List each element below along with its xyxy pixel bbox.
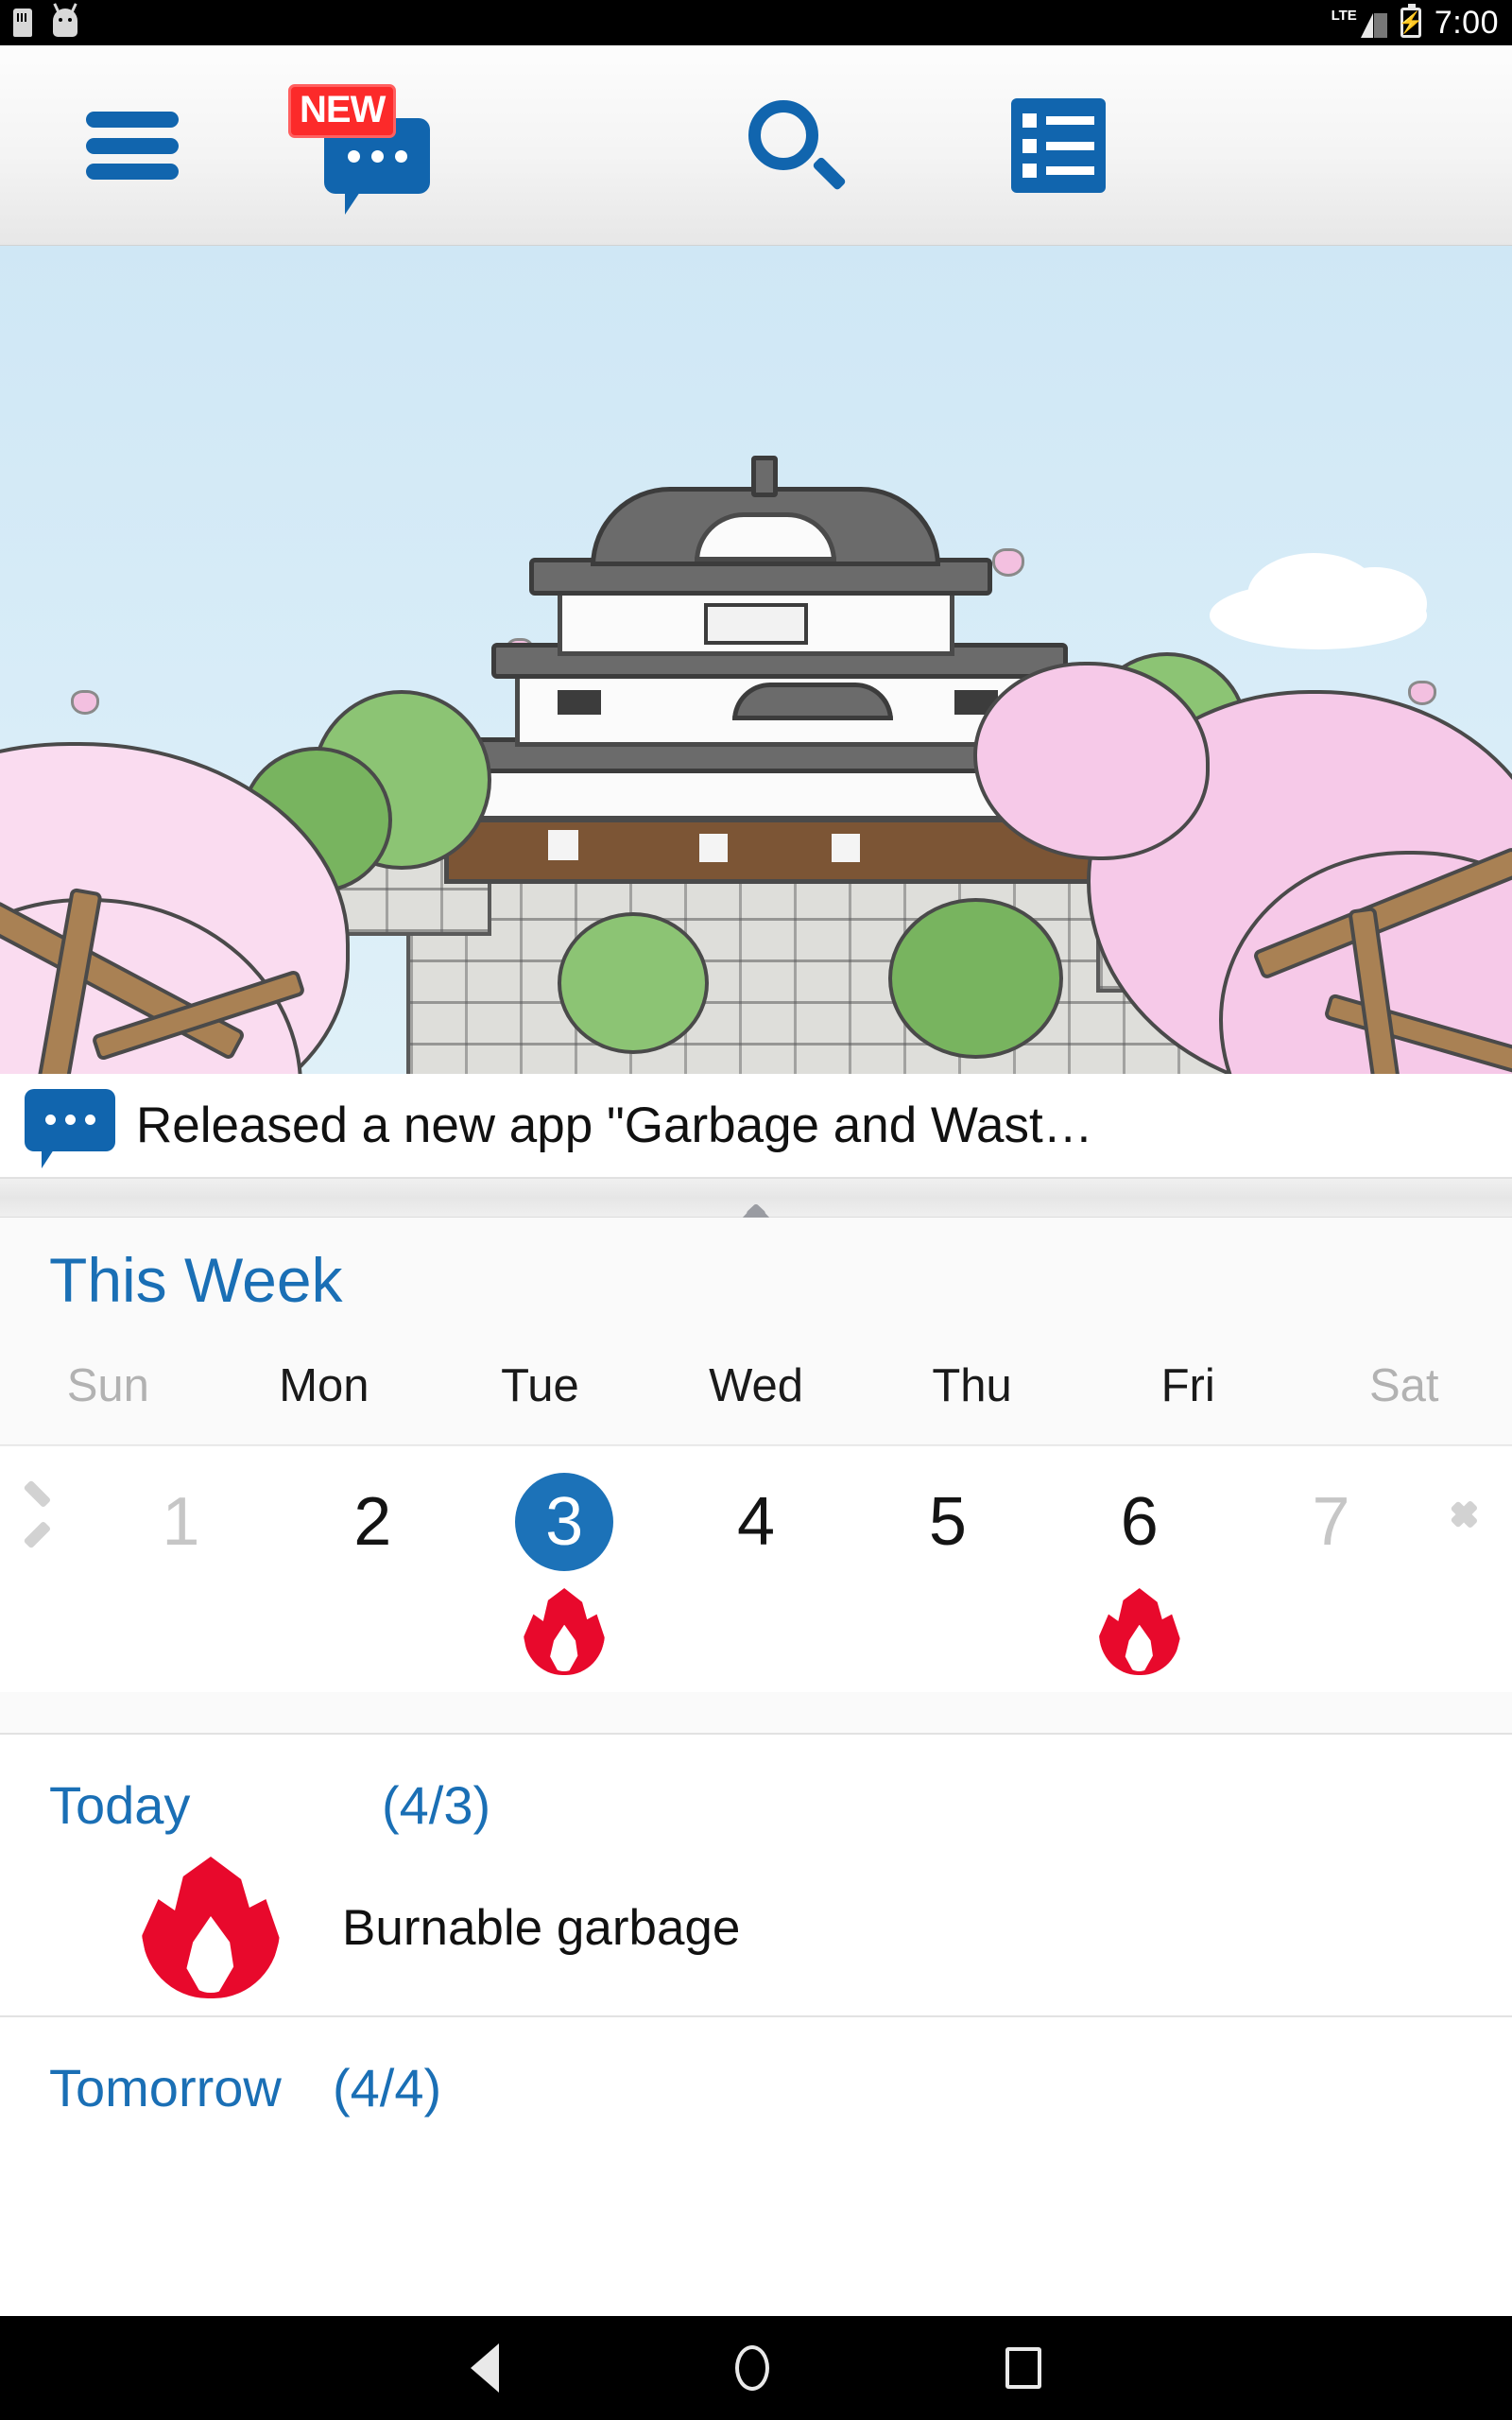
hero-banner-image[interactable] <box>0 246 1512 1074</box>
day-cell-7[interactable]: 7 <box>1235 1446 1427 1571</box>
today-section-header: Today (4/3) <box>0 1735 1512 1836</box>
collapse-handle[interactable] <box>0 1178 1512 1241</box>
day-number: 4 <box>736 1484 776 1560</box>
messages-button[interactable]: NEW <box>265 45 454 246</box>
day-cell-6[interactable]: 6 <box>1043 1446 1235 1675</box>
today-label: Today <box>49 1775 191 1835</box>
network-type-label: LTE <box>1331 7 1357 24</box>
android-notification-icon <box>53 9 77 37</box>
battery-charging-icon: ⚡ <box>1398 4 1424 38</box>
app-root: LTE ⚡ 7:00 NEW Released a new app "Garba… <box>0 0 1512 2420</box>
next-week-button[interactable] <box>1427 1446 1512 1543</box>
android-nav-bar <box>0 2316 1512 2420</box>
flame-icon <box>1098 1588 1180 1675</box>
day-name-wed: Wed <box>709 1360 803 1411</box>
day-name-sat: Sat <box>1368 1360 1439 1411</box>
petal-shape <box>1408 681 1436 705</box>
cloud-shape <box>1323 567 1427 641</box>
list-button[interactable] <box>964 45 1153 246</box>
tomorrow-date: (4/4) <box>333 2058 442 2118</box>
day-name-tue: Tue <box>501 1360 579 1411</box>
petal-shape <box>992 548 1024 577</box>
list-icon <box>1011 98 1106 193</box>
day-number: 1 <box>162 1484 200 1560</box>
day-number: 5 <box>928 1484 967 1560</box>
day-cell-3[interactable]: 3 <box>469 1446 661 1675</box>
sim-card-icon <box>13 9 32 37</box>
day-cell-5[interactable]: 5 <box>851 1446 1043 1571</box>
message-icon <box>25 1088 115 1168</box>
status-bar-left <box>13 9 77 37</box>
tomorrow-section-header: Tomorrow (4/4) <box>0 2017 1512 2118</box>
status-bar: LTE ⚡ 7:00 <box>0 0 1512 45</box>
prev-week-button[interactable] <box>0 1446 85 1549</box>
day-cell-2[interactable]: 2 <box>277 1446 469 1571</box>
chevron-right-icon <box>1450 1488 1486 1543</box>
schedule-item-name: Burnable garbage <box>342 1899 741 1956</box>
flame-icon <box>142 1857 280 1998</box>
day-name-mon: Mon <box>279 1360 369 1411</box>
app-toolbar: NEW <box>0 45 1512 246</box>
day-number: 2 <box>353 1484 392 1560</box>
menu-button[interactable] <box>57 45 208 246</box>
news-ticker[interactable]: Released a new app "Garbage and Wast… <box>0 1074 1512 1178</box>
day-name-header: Sun Mon Tue Wed Thu Fri Sat <box>0 1340 1512 1444</box>
petal-shape <box>71 690 99 715</box>
recents-square-icon[interactable] <box>1005 2347 1041 2389</box>
home-circle-icon[interactable] <box>735 2345 769 2391</box>
day-name-sun: Sun <box>66 1360 149 1411</box>
day-cell-1[interactable]: 1 <box>85 1446 277 1571</box>
tree-shape <box>558 912 709 1054</box>
day-name-fri: Fri <box>1160 1360 1215 1411</box>
new-badge: NEW <box>288 84 397 138</box>
schedule-item[interactable]: Burnable garbage <box>0 1836 1512 2015</box>
day-name-thu: Thu <box>932 1360 1012 1411</box>
flame-icon <box>524 1588 606 1675</box>
day-number: 7 <box>1312 1484 1350 1560</box>
status-bar-clock: 7:00 <box>1434 4 1499 41</box>
tomorrow-label: Tomorrow <box>49 2058 282 2118</box>
tree-shape <box>888 898 1063 1059</box>
day-cell-4[interactable]: 4 <box>661 1446 852 1571</box>
back-triangle-icon[interactable] <box>471 2343 499 2393</box>
news-ticker-text: Released a new app "Garbage and Wast… <box>136 1098 1093 1153</box>
week-days-row: 1 2 3 4 5 6 7 <box>0 1446 1512 1692</box>
today-date: (4/3) <box>382 1775 491 1835</box>
chevron-up-icon <box>730 1183 782 1241</box>
week-title: This Week <box>49 1245 343 1315</box>
search-button[interactable] <box>699 45 888 246</box>
signal-icon: LTE <box>1332 9 1387 38</box>
schedule-list: Today (4/3) Burnable garbage Tomorrow (4… <box>0 1733 1512 2300</box>
day-number: 6 <box>1120 1484 1159 1560</box>
search-icon <box>748 100 847 191</box>
day-number-today: 3 <box>515 1473 614 1571</box>
chevron-left-icon <box>23 1479 59 1549</box>
menu-icon <box>86 112 179 180</box>
status-bar-right: LTE ⚡ 7:00 <box>1332 4 1499 42</box>
